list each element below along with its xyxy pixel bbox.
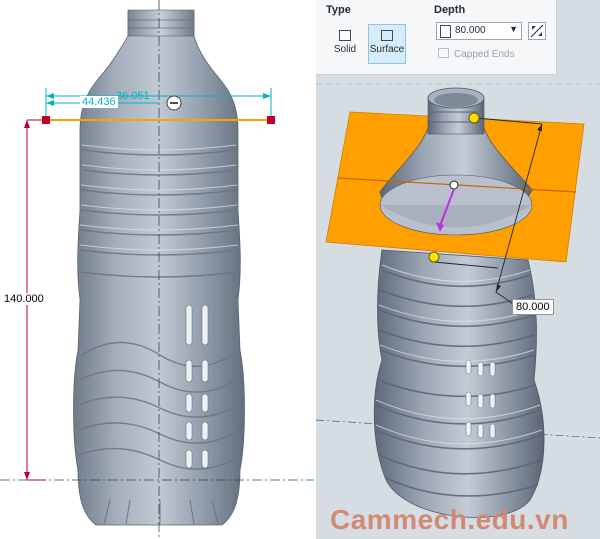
- bottle-slots-3d: [465, 359, 496, 439]
- dimension-width-primary[interactable]: 44.436: [80, 96, 118, 108]
- extrude-dashboard: Type Solid Surface Depth 80.000 ▼ Capped…: [316, 0, 557, 75]
- left-viewport[interactable]: 36.051 44.436 140.000: [0, 0, 314, 539]
- capped-ends-label: Capped Ends: [454, 49, 515, 60]
- drag-handle-top: [468, 112, 480, 124]
- dimension-height[interactable]: 140.000: [4, 293, 44, 305]
- dimension-width-secondary[interactable]: 36.051: [116, 90, 150, 102]
- bottle-right-drawing: [316, 83, 600, 518]
- solid-icon: [339, 30, 351, 41]
- depth-group-title: Depth: [434, 4, 466, 16]
- capped-ends-option[interactable]: Capped Ends: [438, 48, 515, 60]
- bottle-left-drawing: [0, 0, 314, 539]
- surface-button[interactable]: Surface: [368, 24, 406, 64]
- solid-label: Solid: [333, 44, 357, 55]
- surface-icon: [381, 30, 393, 41]
- type-group-title: Type: [326, 4, 351, 16]
- watermark: Cammech.edu.vn: [330, 504, 569, 535]
- depth-option-icon[interactable]: [440, 25, 451, 38]
- bottle-neck-finish: [127, 9, 195, 37]
- depth-input[interactable]: 80.000 ▼: [436, 22, 522, 40]
- right-viewport[interactable]: 80.000 Type Solid Surface Depth 80.000 ▼…: [316, 0, 600, 539]
- sketch-endpoint-right: [267, 116, 275, 124]
- bottle-body-3d: [373, 249, 545, 518]
- surface-label: Surface: [369, 44, 405, 55]
- depth-value: 80.000: [455, 25, 486, 36]
- depth-dimension-value[interactable]: 80.000: [512, 299, 554, 315]
- flip-direction-icon: [530, 24, 544, 38]
- solid-button[interactable]: Solid: [326, 24, 364, 64]
- chevron-down-icon[interactable]: ▼: [509, 24, 518, 34]
- capped-ends-checkbox[interactable]: [438, 48, 449, 58]
- pivot-point: [449, 180, 459, 190]
- bottle-body: [73, 11, 245, 526]
- flip-direction-button[interactable]: [528, 22, 546, 40]
- drag-handle-bottom: [428, 251, 440, 263]
